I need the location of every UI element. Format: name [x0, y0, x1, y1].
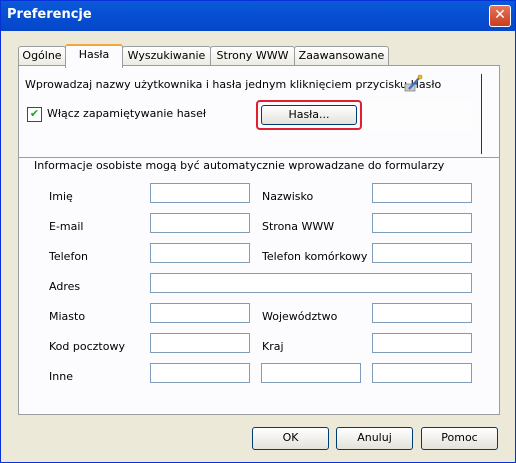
country-label: Kraj	[262, 340, 284, 353]
tab-advanced[interactable]: Zaawansowane	[294, 46, 389, 66]
section-divider	[481, 74, 482, 154]
window-title: Preferencje	[7, 7, 92, 22]
city-field[interactable]	[150, 303, 250, 323]
section-separator	[19, 157, 499, 158]
city-label: Miasto	[49, 310, 86, 323]
help-button[interactable]: Pomoc	[421, 427, 498, 450]
postal-code-field[interactable]	[150, 333, 250, 353]
email-label: E-mail	[49, 220, 84, 233]
remember-passwords-label: Włącz zapamiętywanie haseł	[47, 107, 207, 120]
passwords-info-text: Wprowadzaj nazwy użytkownika i hasła jed…	[25, 78, 442, 91]
other-field-1[interactable]	[150, 363, 250, 383]
passwords-panel: Wprowadzaj nazwy użytkownika i hasła jed…	[18, 65, 500, 415]
preferences-dialog: Preferencje ✕ Ogólne Hasła Wyszukiwanie …	[0, 0, 516, 463]
passwords-button[interactable]: Hasła...	[261, 105, 357, 125]
tab-general[interactable]: Ogólne	[18, 46, 66, 66]
personal-info-text: Informacje osobiste mogą być automatyczn…	[34, 159, 445, 172]
first-name-label: Imię	[49, 190, 73, 203]
website-field[interactable]	[372, 213, 472, 233]
close-icon: ✕	[494, 7, 506, 23]
title-bar[interactable]: Preferencje ✕	[1, 1, 515, 31]
phone-field[interactable]	[150, 243, 250, 263]
email-field[interactable]	[150, 213, 250, 233]
close-button[interactable]: ✕	[489, 5, 511, 27]
blank-area	[368, 101, 473, 131]
tab-search[interactable]: Wyszukiwanie	[122, 46, 211, 66]
country-field[interactable]	[372, 333, 472, 353]
province-field[interactable]	[372, 303, 472, 323]
mobile-label: Telefon komórkowy	[262, 250, 368, 263]
last-name-label: Nazwisko	[262, 190, 314, 203]
website-label: Strona WWW	[262, 220, 335, 233]
key-icon	[404, 74, 423, 92]
ok-button[interactable]: OK	[252, 427, 329, 450]
first-name-field[interactable]	[150, 183, 250, 203]
phone-label: Telefon	[49, 250, 89, 263]
passwords-section: Wprowadzaj nazwy użytkownika i hasła jed…	[19, 66, 483, 157]
province-label: Województwo	[262, 310, 338, 323]
remember-passwords-checkbox[interactable]: ✔	[27, 107, 42, 122]
mobile-field[interactable]	[372, 243, 472, 263]
address-label: Adres	[49, 280, 81, 293]
postal-code-label: Kod pocztowy	[49, 340, 125, 353]
last-name-field[interactable]	[372, 183, 472, 203]
address-field[interactable]	[150, 273, 472, 293]
dialog-client: Ogólne Hasła Wyszukiwanie Strony WWW Zaa…	[4, 31, 512, 459]
other-field-2[interactable]	[261, 363, 361, 383]
other-field-3[interactable]	[372, 363, 472, 383]
tab-websites[interactable]: Strony WWW	[210, 46, 295, 66]
cancel-button[interactable]: Anuluj	[336, 427, 413, 450]
tab-passwords[interactable]: Hasła	[65, 44, 123, 68]
other-label: Inne	[49, 370, 73, 383]
passwords-button-highlight: Hasła...	[256, 100, 362, 130]
